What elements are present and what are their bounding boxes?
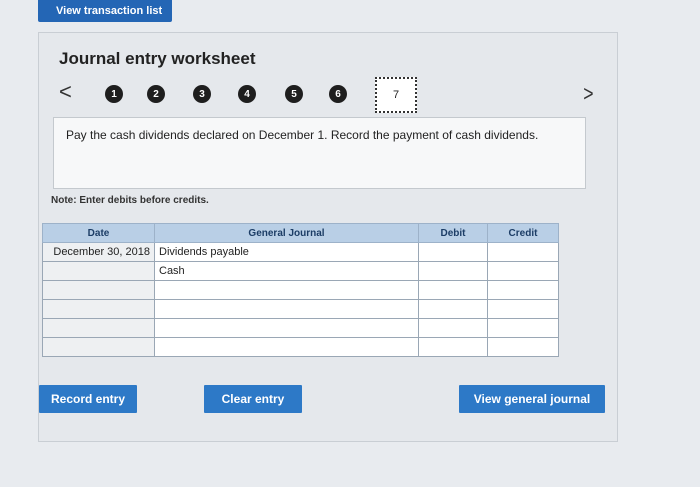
debit-cell[interactable]: [418, 337, 488, 357]
step-2[interactable]: 2: [147, 85, 165, 103]
instruction-text: Pay the cash dividends declared on Decem…: [53, 117, 586, 189]
account-cell[interactable]: Cash: [154, 261, 419, 281]
header-credit: Credit: [487, 223, 559, 243]
note-text: Note: Enter debits before credits.: [51, 195, 209, 206]
account-cell[interactable]: [154, 337, 419, 357]
step-6[interactable]: 6: [329, 85, 347, 103]
date-cell[interactable]: [42, 280, 155, 300]
step-7-active[interactable]: 7: [375, 77, 417, 113]
next-arrow-icon[interactable]: >: [583, 83, 593, 105]
debit-cell[interactable]: [418, 318, 488, 338]
credit-cell[interactable]: [487, 261, 559, 281]
header-debit: Debit: [418, 223, 488, 243]
table-row: December 30, 2018 Dividends payable: [42, 242, 559, 262]
date-cell[interactable]: December 30, 2018: [42, 242, 155, 262]
view-transaction-list-button[interactable]: View transaction list: [38, 0, 172, 22]
debit-cell[interactable]: [418, 299, 488, 319]
account-cell[interactable]: Dividends payable: [154, 242, 419, 262]
previous-arrow-icon[interactable]: <: [59, 81, 72, 103]
journal-table: Date General Journal Debit Credit Decemb…: [42, 223, 559, 357]
credit-cell[interactable]: [487, 318, 559, 338]
header-date: Date: [42, 223, 155, 243]
table-row: [42, 280, 559, 300]
view-general-journal-button[interactable]: View general journal: [459, 385, 605, 413]
header-general-journal: General Journal: [154, 223, 419, 243]
table-row: [42, 337, 559, 357]
step-1[interactable]: 1: [105, 85, 123, 103]
debit-cell[interactable]: [418, 242, 488, 262]
table-row: [42, 318, 559, 338]
credit-cell[interactable]: [487, 280, 559, 300]
credit-cell[interactable]: [487, 337, 559, 357]
worksheet-title: Journal entry worksheet: [59, 49, 256, 68]
account-cell[interactable]: [154, 280, 419, 300]
account-cell[interactable]: [154, 318, 419, 338]
debit-cell[interactable]: [418, 280, 488, 300]
date-cell[interactable]: [42, 318, 155, 338]
step-3[interactable]: 3: [193, 85, 211, 103]
account-cell[interactable]: [154, 299, 419, 319]
date-cell[interactable]: [42, 261, 155, 281]
table-row: [42, 299, 559, 319]
record-entry-button[interactable]: Record entry: [39, 385, 137, 413]
journal-header-row: Date General Journal Debit Credit: [42, 223, 559, 243]
step-4[interactable]: 4: [238, 85, 256, 103]
clear-entry-button[interactable]: Clear entry: [204, 385, 302, 413]
credit-cell[interactable]: [487, 299, 559, 319]
debit-cell[interactable]: [418, 261, 488, 281]
table-row: Cash: [42, 261, 559, 281]
date-cell[interactable]: [42, 299, 155, 319]
date-cell[interactable]: [42, 337, 155, 357]
credit-cell[interactable]: [487, 242, 559, 262]
journal-entry-worksheet: Journal entry worksheet < 1 2 3 4 5 6 7 …: [38, 32, 618, 442]
step-5[interactable]: 5: [285, 85, 303, 103]
